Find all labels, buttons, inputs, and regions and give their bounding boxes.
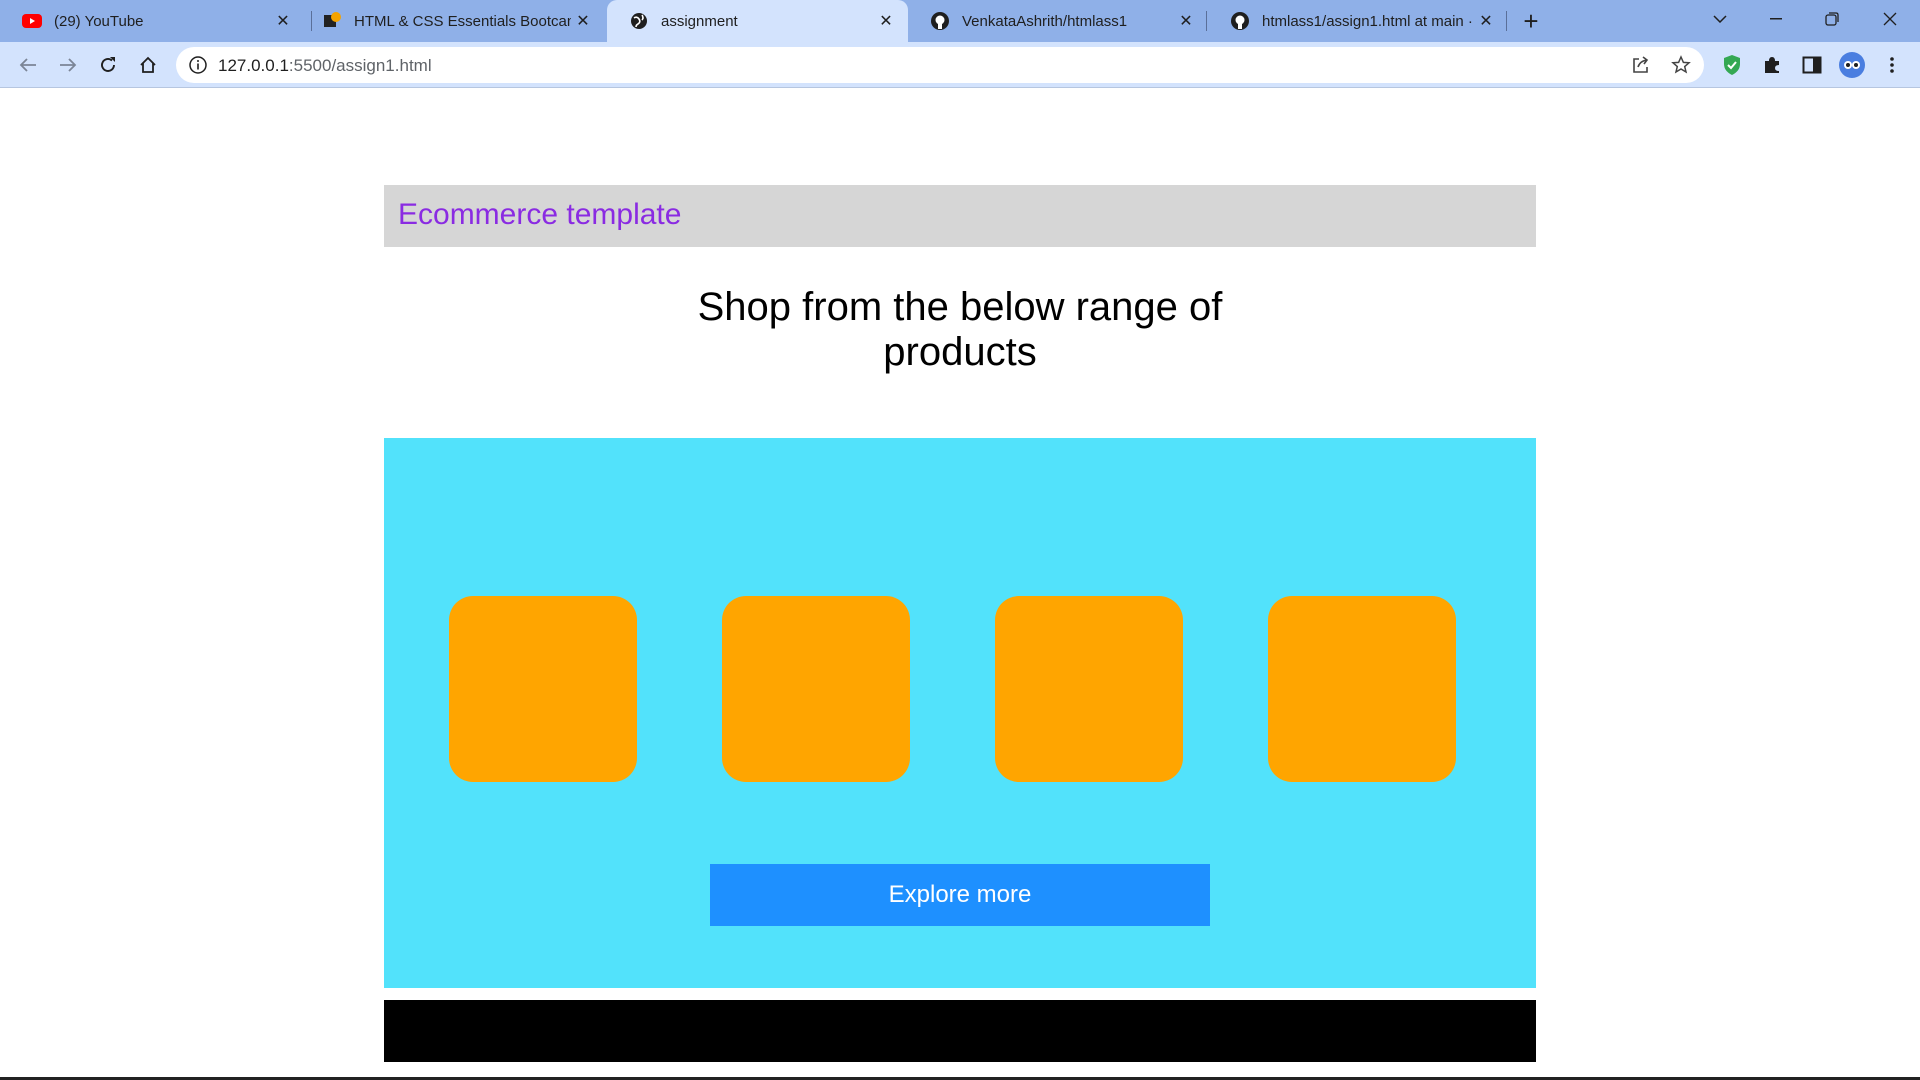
tab-youtube[interactable]: (29) YouTube ✕ bbox=[0, 0, 305, 42]
url-path: :5500/assign1.html bbox=[288, 56, 432, 75]
tab-bootcamp[interactable]: HTML & CSS Essentials Bootcamp ✕ bbox=[300, 0, 605, 42]
close-tab-icon[interactable]: ✕ bbox=[271, 9, 295, 33]
address-bar[interactable]: 127.0.0.1:5500/assign1.html bbox=[176, 47, 1704, 83]
tab-title: HTML & CSS Essentials Bootcamp bbox=[354, 12, 571, 30]
minimize-icon[interactable] bbox=[1748, 0, 1804, 38]
tab-search-chevron-icon[interactable] bbox=[1692, 0, 1748, 38]
tab-assignment[interactable]: assignment ✕ bbox=[607, 0, 908, 42]
tab-title: htmlass1/assign1.html at main · V bbox=[1262, 12, 1474, 30]
close-tab-icon[interactable]: ✕ bbox=[1174, 9, 1198, 33]
tab-divider bbox=[1506, 11, 1507, 31]
home-icon[interactable] bbox=[134, 51, 162, 79]
bootcamp-icon bbox=[322, 11, 342, 31]
side-panel-icon[interactable] bbox=[1798, 51, 1826, 79]
youtube-icon bbox=[22, 11, 42, 31]
tab-github-repo[interactable]: VenkataAshrith/htmlass1 ✕ bbox=[908, 0, 1208, 42]
forward-arrow-icon[interactable] bbox=[54, 51, 82, 79]
restore-icon[interactable] bbox=[1804, 0, 1860, 38]
new-tab-icon[interactable]: + bbox=[1517, 6, 1545, 36]
globe-icon bbox=[629, 11, 649, 31]
close-tab-icon[interactable]: ✕ bbox=[1474, 9, 1498, 33]
page-heading: Shop from the below range of products bbox=[697, 285, 1223, 374]
back-arrow-icon[interactable] bbox=[14, 51, 42, 79]
product-card[interactable] bbox=[995, 596, 1183, 782]
site-footer bbox=[384, 1000, 1536, 1062]
url-text: 127.0.0.1:5500/assign1.html bbox=[218, 56, 432, 76]
tab-title: (29) YouTube bbox=[54, 12, 144, 30]
site-title: Ecommerce template bbox=[398, 198, 682, 231]
site-header: Ecommerce template bbox=[384, 185, 1536, 247]
browser-toolbar: 127.0.0.1:5500/assign1.html bbox=[0, 42, 1920, 88]
tab-github-file[interactable]: htmlass1/assign1.html at main · V ✕ bbox=[1208, 0, 1508, 42]
product-card[interactable] bbox=[449, 596, 637, 782]
share-icon[interactable] bbox=[1631, 55, 1651, 75]
close-tab-icon[interactable]: ✕ bbox=[571, 9, 595, 33]
shield-extension-icon[interactable] bbox=[1718, 51, 1746, 79]
close-window-icon[interactable] bbox=[1862, 0, 1918, 38]
close-tab-icon[interactable]: ✕ bbox=[874, 9, 898, 33]
tab-divider bbox=[1206, 11, 1207, 31]
tab-strip: (29) YouTube ✕ HTML & CSS Essentials Boo… bbox=[0, 0, 1920, 42]
tab-title: VenkataAshrith/htmlass1 bbox=[962, 12, 1128, 30]
github-icon bbox=[930, 11, 950, 31]
github-icon bbox=[1230, 11, 1250, 31]
product-card[interactable] bbox=[1268, 596, 1456, 782]
product-card[interactable] bbox=[722, 596, 910, 782]
bookmark-star-icon[interactable] bbox=[1671, 55, 1691, 75]
more-menu-icon[interactable] bbox=[1878, 51, 1906, 79]
explore-more-button[interactable]: Explore more bbox=[710, 864, 1210, 926]
url-host: 127.0.0.1 bbox=[218, 56, 289, 75]
profile-avatar-icon[interactable] bbox=[1838, 51, 1866, 79]
site-info-icon[interactable] bbox=[188, 55, 208, 75]
extensions-puzzle-icon[interactable] bbox=[1758, 51, 1786, 79]
products-section: Explore more bbox=[384, 438, 1536, 988]
reload-icon[interactable] bbox=[94, 51, 122, 79]
page-viewport: Ecommerce template Shop from the below r… bbox=[0, 89, 1920, 1080]
tab-title: assignment bbox=[661, 12, 738, 30]
